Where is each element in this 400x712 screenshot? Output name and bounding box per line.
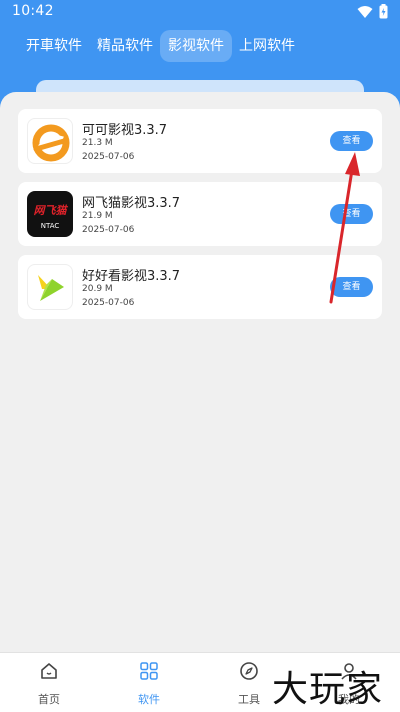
nav-software-label: 软件 <box>138 693 160 706</box>
app-date: 2025-07-06 <box>82 152 135 162</box>
logo-text: 网飞猫 <box>33 204 67 217</box>
nav-home-label: 首页 <box>38 693 60 706</box>
view-button[interactable]: 查看 <box>330 131 373 151</box>
app-name: 可可影视3.3.7 <box>82 123 168 138</box>
category-tabs: 开車软件 精品软件 影视软件 上网软件 <box>0 30 400 64</box>
nav-home[interactable]: 首页 <box>19 661 79 707</box>
haohaokan-logo-icon <box>27 264 73 310</box>
app-date: 2025-07-06 <box>82 225 135 235</box>
tab-car-software[interactable]: 开車软件 <box>18 30 90 62</box>
app-name: 好好看影视3.3.7 <box>82 269 181 284</box>
app-name: 网飞猫影视3.3.7 <box>82 196 181 211</box>
app-card[interactable]: 网飞猫 NTAC 网飞猫影视3.3.7 21.9 M 2025-07-06 查看 <box>18 182 382 246</box>
home-icon <box>41 663 57 679</box>
app-date: 2025-07-06 <box>82 298 135 308</box>
keke-logo-icon <box>27 118 73 164</box>
status-icons <box>357 4 388 19</box>
wifi-icon <box>357 5 373 18</box>
app-list-panel: 可可影视3.3.7 21.3 M 2025-07-06 查看 网飞猫 NTAC … <box>0 92 400 652</box>
app-size: 21.9 M <box>82 211 113 221</box>
watermark-text: 大玩家 <box>272 669 384 710</box>
view-button[interactable]: 查看 <box>330 277 373 297</box>
view-button[interactable]: 查看 <box>330 204 373 224</box>
status-bar: 10:42 <box>0 0 400 24</box>
nav-software[interactable]: 软件 <box>119 661 179 707</box>
grid-icon <box>140 662 158 680</box>
tab-premium-software[interactable]: 精品软件 <box>92 30 158 62</box>
logo-subtext: NTAC <box>40 222 60 230</box>
app-size: 20.9 M <box>82 284 113 294</box>
app-card[interactable]: 好好看影视3.3.7 20.9 M 2025-07-06 查看 <box>18 255 382 319</box>
compass-icon <box>240 662 258 680</box>
tab-internet-software[interactable]: 上网软件 <box>234 30 300 62</box>
nav-tools-label: 工具 <box>238 693 260 706</box>
app-card[interactable]: 可可影视3.3.7 21.3 M 2025-07-06 查看 <box>18 109 382 173</box>
nav-tools[interactable]: 工具 <box>219 661 279 707</box>
status-time: 10:42 <box>12 3 54 19</box>
battery-icon <box>379 4 388 19</box>
app-size: 21.3 M <box>82 138 113 148</box>
tab-video-software[interactable]: 影视软件 <box>160 30 232 62</box>
netflix-cat-logo-icon: 网飞猫 NTAC <box>27 191 73 237</box>
